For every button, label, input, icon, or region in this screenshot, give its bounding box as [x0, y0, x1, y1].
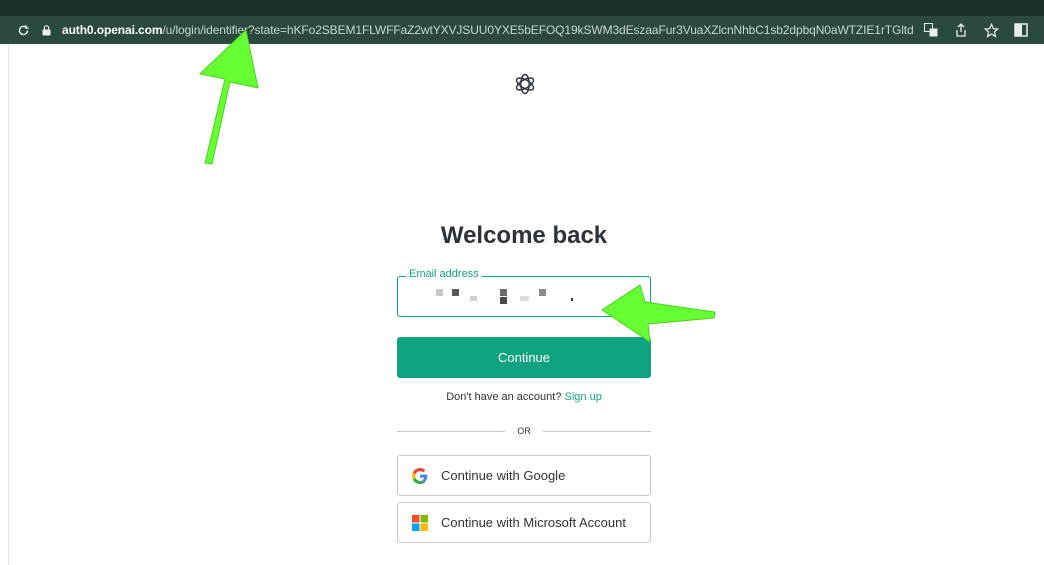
openai-logo-icon [511, 70, 539, 98]
google-button-label: Continue with Google [441, 468, 566, 483]
signup-prompt-text: Don't have an account? [446, 391, 562, 403]
google-icon [412, 467, 428, 484]
email-value-redacted[interactable] [418, 289, 588, 305]
divider-line-left [397, 430, 506, 432]
continue-with-microsoft-button[interactable]: Continue with Microsoft Account [397, 502, 651, 543]
microsoft-icon [412, 514, 428, 531]
url-text[interactable]: auth0.openai.com/u/login/identifier?stat… [62, 23, 914, 37]
signup-link[interactable]: Sign up [565, 391, 602, 403]
bookmark-star-icon[interactable] [982, 21, 1000, 39]
lock-icon[interactable] [42, 23, 54, 37]
page-left-divider [8, 44, 9, 565]
or-divider: OR [397, 424, 651, 438]
share-icon[interactable] [952, 21, 970, 39]
divider-line-right [542, 430, 651, 432]
side-panel-icon[interactable] [1012, 21, 1030, 39]
translate-icon[interactable] [922, 21, 940, 39]
email-field-label: Email address [406, 268, 482, 280]
page-title: Welcome back [440, 222, 608, 249]
continue-with-google-button[interactable]: Continue with Google [397, 455, 651, 496]
continue-button[interactable]: Continue [397, 337, 651, 378]
reload-icon[interactable] [14, 21, 32, 39]
tab-strip [0, 0, 1044, 16]
url-path: /u/login/identifier?state=hKFo2SBEM1FLWF… [162, 23, 914, 37]
arrow-up-annotation [198, 29, 259, 165]
or-text: OR [517, 426, 531, 436]
signup-prompt: Don't have an account? Sign up [397, 391, 651, 403]
microsoft-button-label: Continue with Microsoft Account [441, 515, 626, 530]
browser-chrome: auth0.openai.com/u/login/identifier?stat… [0, 0, 1044, 44]
browser-actions [922, 21, 1030, 39]
url-host: auth0.openai.com [62, 23, 163, 37]
address-bar[interactable]: auth0.openai.com/u/login/identifier?stat… [0, 16, 1044, 44]
